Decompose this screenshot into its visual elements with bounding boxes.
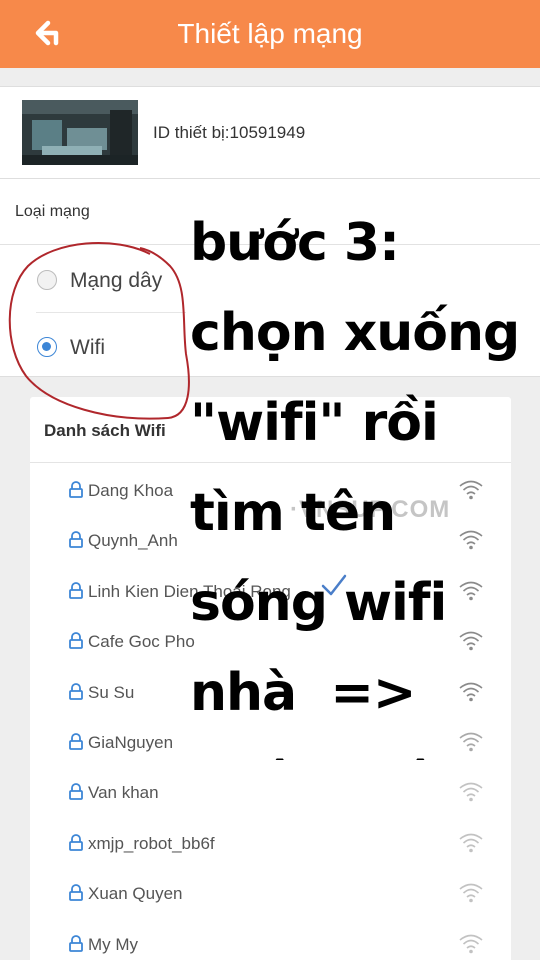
network-type-title: Loại mạng bbox=[15, 203, 90, 220]
wifi-network-item[interactable]: My My bbox=[30, 919, 511, 960]
wifi-network-item[interactable]: Su Su bbox=[30, 667, 511, 717]
wifi-network-item[interactable]: xmjp_robot_bb6f bbox=[30, 818, 511, 868]
wifi-ssid: xmjp_robot_bb6f bbox=[88, 833, 215, 853]
divider bbox=[36, 312, 186, 313]
page-title: Thiết lập mạng bbox=[177, 18, 363, 49]
lock-icon bbox=[69, 783, 83, 801]
wifi-ssid: Linh Kien Dien Thoai Rong bbox=[88, 581, 291, 601]
wifi-ssid: Su Su bbox=[88, 682, 135, 702]
lock-icon bbox=[69, 632, 83, 650]
wifi-list-title: Danh sách Wifi bbox=[44, 421, 166, 440]
wifi-signal-icon bbox=[459, 883, 483, 903]
radio-wired[interactable] bbox=[37, 270, 57, 290]
wifi-network-item[interactable]: Linh Kien Dien Thoai Rong bbox=[30, 566, 511, 616]
wifi-signal-icon bbox=[459, 783, 483, 802]
wifi-signal-icon bbox=[459, 833, 483, 853]
wifi-ssid: GiaNguyen bbox=[88, 733, 174, 752]
wifi-ssid: Van khan bbox=[88, 783, 159, 803]
wifi-signal-icon bbox=[459, 531, 483, 550]
wifi-signal-icon bbox=[459, 631, 483, 651]
wifi-network-item[interactable]: Xuan Quyen bbox=[30, 868, 511, 918]
radio-wifi[interactable] bbox=[37, 337, 57, 357]
wifi-list-card: Danh sách Wifi Dang Khoa Quynh_Anh Linh Ki… bbox=[30, 397, 511, 960]
wifi-signal-icon bbox=[459, 480, 483, 500]
wifi-ssid: Xuan Quyen bbox=[88, 884, 183, 904]
option-wired-label[interactable]: Mạng dây bbox=[70, 269, 162, 293]
device-id-label: ID thiết bị:10591949 bbox=[153, 123, 306, 142]
wifi-signal-icon bbox=[459, 934, 483, 953]
divider bbox=[0, 244, 540, 245]
device-card: ID thiết bị:10591949 bbox=[0, 86, 540, 179]
lock-icon bbox=[69, 833, 83, 851]
wifi-ssid: Dang Khoa bbox=[88, 481, 174, 500]
lock-icon bbox=[69, 934, 83, 952]
lock-icon bbox=[69, 581, 83, 599]
checkmark-icon bbox=[321, 574, 347, 596]
lock-icon bbox=[69, 733, 83, 750]
wifi-network-item[interactable]: Van khan bbox=[30, 767, 511, 817]
divider bbox=[30, 462, 511, 463]
watermark-text: ·VNSUP.COM bbox=[290, 496, 451, 523]
wifi-signal-icon bbox=[459, 682, 483, 701]
network-type-section: Loại mạng Mạng dây Wifi bbox=[0, 179, 540, 377]
lock-icon bbox=[69, 884, 83, 902]
wifi-network-item[interactable]: GiaNguyen bbox=[30, 717, 511, 767]
wifi-signal-icon bbox=[459, 581, 483, 601]
wifi-ssid: My My bbox=[88, 934, 139, 954]
lock-icon bbox=[69, 531, 83, 549]
lock-icon bbox=[69, 481, 83, 498]
wifi-ssid: Cafe Goc Pho bbox=[88, 632, 195, 652]
wifi-ssid: Quynh_Anh bbox=[88, 531, 178, 551]
wifi-signal-icon bbox=[459, 732, 483, 752]
app-header: Thiết lập mạng bbox=[0, 0, 540, 68]
camera-preview-thumbnail bbox=[22, 100, 138, 165]
option-wifi-label[interactable]: Wifi bbox=[70, 336, 105, 360]
lock-icon bbox=[69, 682, 83, 700]
wifi-network-item[interactable]: Cafe Goc Pho bbox=[30, 616, 511, 666]
